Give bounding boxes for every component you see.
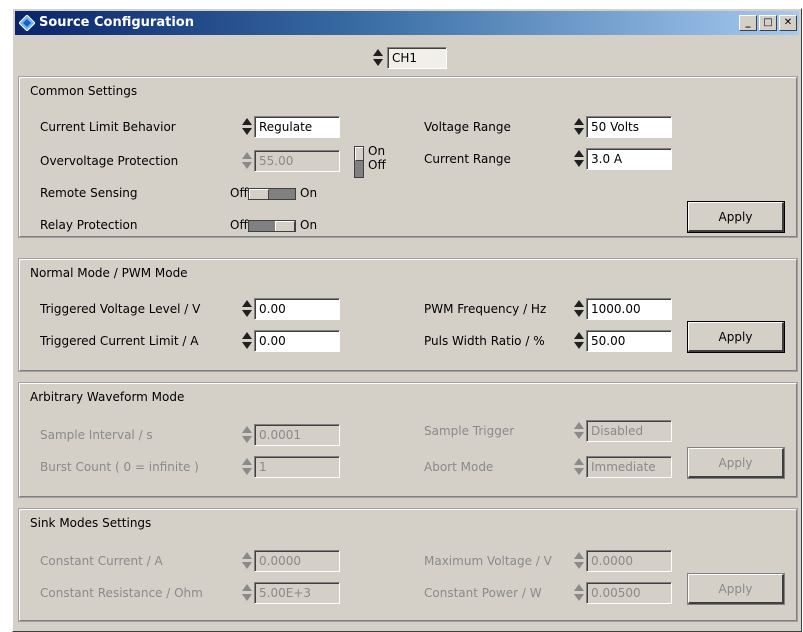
- app-icon: [19, 15, 35, 31]
- source-configuration-window: Source Configuration _ □ ✕ CH1 Common Se…: [12, 8, 802, 632]
- sample-interval-field[interactable]: 0.0001: [254, 424, 340, 446]
- sample-trigger-field[interactable]: Disabled: [586, 420, 672, 442]
- const-current-label: Constant Current / A: [40, 554, 163, 568]
- normal-pwm-group: Normal Mode / PWM Mode Triggered Voltage…: [18, 258, 798, 372]
- relay-protection-toggle[interactable]: [248, 220, 296, 232]
- minimize-icon: _: [745, 17, 751, 28]
- const-power-spinner[interactable]: [574, 582, 584, 604]
- close-button[interactable]: ✕: [779, 15, 797, 31]
- sink-apply-button[interactable]: Apply: [687, 573, 785, 605]
- voltage-range-label: Voltage Range: [424, 120, 511, 134]
- remote-sensing-toggle[interactable]: [248, 188, 296, 200]
- group-title: Sink Modes Settings: [30, 516, 152, 530]
- maximize-icon: □: [763, 17, 773, 28]
- ovp-on-label: On: [368, 144, 386, 158]
- voltage-range-field[interactable]: 50 Volts: [586, 116, 672, 138]
- burst-count-field[interactable]: 1: [254, 456, 340, 478]
- const-resistance-label: Constant Resistance / Ohm: [40, 586, 203, 600]
- abort-mode-label: Abort Mode: [424, 460, 494, 474]
- spin-down-icon[interactable]: [373, 59, 383, 66]
- remote-sensing-label: Remote Sensing: [40, 186, 138, 200]
- spin-up-icon[interactable]: [373, 49, 383, 56]
- trig-voltage-spinner[interactable]: [242, 298, 252, 320]
- common-apply-button[interactable]: Apply: [687, 201, 785, 233]
- current-range-field[interactable]: 3.0 A: [586, 148, 672, 170]
- channel-select[interactable]: CH1: [387, 47, 447, 69]
- const-resistance-field[interactable]: 5.00E+3: [254, 582, 340, 604]
- pwm-frequency-spinner[interactable]: [574, 298, 584, 320]
- relay-protection-label: Relay Protection: [40, 218, 138, 232]
- close-icon: ✕: [783, 17, 793, 28]
- trig-voltage-label: Triggered Voltage Level / V: [40, 302, 201, 316]
- ovp-spinner[interactable]: [242, 150, 252, 172]
- max-voltage-spinner[interactable]: [574, 550, 584, 572]
- const-resistance-spinner[interactable]: [242, 582, 252, 604]
- remote-off-label: Off: [230, 186, 248, 200]
- maximize-button[interactable]: □: [759, 15, 777, 31]
- group-title: Common Settings: [30, 84, 138, 98]
- burst-count-label: Burst Count ( 0 = infinite ): [40, 460, 199, 474]
- const-current-field[interactable]: 0.0000: [254, 550, 340, 572]
- title-bar[interactable]: Source Configuration _ □ ✕: [15, 11, 799, 35]
- trig-current-spinner[interactable]: [242, 330, 252, 352]
- ovp-toggle[interactable]: [354, 146, 364, 178]
- pulse-width-label: Puls Width Ratio / %: [424, 334, 545, 348]
- remote-on-label: On: [300, 186, 318, 200]
- relay-off-label: Off: [230, 218, 248, 232]
- normal-apply-button[interactable]: Apply: [687, 321, 785, 353]
- ovp-field[interactable]: 55.00: [254, 150, 340, 172]
- current-range-label: Current Range: [424, 152, 511, 166]
- const-power-label: Constant Power / W: [424, 586, 542, 600]
- trig-current-label: Triggered Current Limit / A: [40, 334, 199, 348]
- sample-interval-spinner[interactable]: [242, 424, 252, 446]
- window-title: Source Configuration: [39, 15, 194, 30]
- current-limit-field[interactable]: Regulate: [254, 116, 340, 138]
- arb-apply-button[interactable]: Apply: [687, 447, 785, 479]
- abort-mode-spinner[interactable]: [574, 456, 584, 478]
- minimize-button[interactable]: _: [739, 15, 757, 31]
- const-power-field[interactable]: 0.00500: [586, 582, 672, 604]
- relay-on-label: On: [300, 218, 318, 232]
- channel-spinner[interactable]: [373, 47, 383, 69]
- ovp-label: Overvoltage Protection: [40, 154, 179, 168]
- pwm-frequency-field[interactable]: 1000.00: [586, 298, 672, 320]
- current-limit-spinner[interactable]: [242, 116, 252, 138]
- const-current-spinner[interactable]: [242, 550, 252, 572]
- group-title: Arbitrary Waveform Mode: [30, 390, 185, 404]
- sample-interval-label: Sample Interval / s: [40, 428, 153, 442]
- voltage-range-spinner[interactable]: [574, 116, 584, 138]
- current-range-spinner[interactable]: [574, 148, 584, 170]
- abort-mode-field[interactable]: Immediate: [586, 456, 672, 478]
- max-voltage-field[interactable]: 0.0000: [586, 550, 672, 572]
- trig-voltage-field[interactable]: 0.00: [254, 298, 340, 320]
- pulse-width-field[interactable]: 50.00: [586, 330, 672, 352]
- current-limit-label: Current Limit Behavior: [40, 120, 176, 134]
- arbitrary-waveform-group: Arbitrary Waveform Mode Sample Interval …: [18, 382, 798, 498]
- sample-trigger-spinner[interactable]: [574, 420, 584, 442]
- sink-modes-group: Sink Modes Settings Constant Current / A…: [18, 508, 798, 622]
- group-title: Normal Mode / PWM Mode: [30, 266, 188, 280]
- common-settings-group: Common Settings Current Limit Behavior R…: [18, 76, 798, 238]
- pwm-frequency-label: PWM Frequency / Hz: [424, 302, 547, 316]
- ovp-off-label: Off: [368, 158, 386, 172]
- trig-current-field[interactable]: 0.00: [254, 330, 340, 352]
- burst-count-spinner[interactable]: [242, 456, 252, 478]
- pulse-width-spinner[interactable]: [574, 330, 584, 352]
- max-voltage-label: Maximum Voltage / V: [424, 554, 552, 568]
- sample-trigger-label: Sample Trigger: [424, 424, 515, 438]
